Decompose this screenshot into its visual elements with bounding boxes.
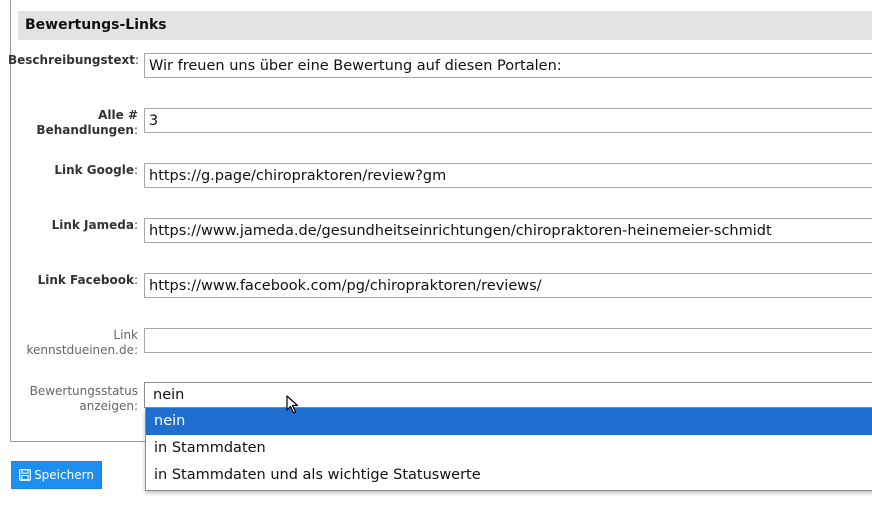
kennstdueinen-field[interactable] [144, 328, 872, 353]
save-button-label: Speichern [34, 468, 94, 482]
facebook-label: Link Facebook: [37, 273, 138, 287]
jameda-label-text: Link Jameda [51, 218, 134, 232]
beschreibung-label: Beschreibungstext: [8, 53, 140, 67]
section-header: Bewertungs-Links [18, 11, 872, 40]
status-dropdown-list: nein in Stammdaten in Stammdaten und als… [145, 408, 872, 491]
floppy-disk-icon [19, 469, 31, 481]
facebook-field[interactable]: https://www.facebook.com/pg/chiropraktor… [144, 273, 872, 298]
status-label: Bewertungsstatus anzeigen: [29, 384, 138, 413]
facebook-label-text: Link Facebook [37, 273, 134, 287]
section-title: Bewertungs-Links [25, 17, 167, 33]
dropdown-option-stammdaten-status[interactable]: in Stammdaten und als wichtige Statuswer… [146, 462, 872, 489]
behandlungen-label-line2: Behandlungen [36, 123, 134, 137]
status-select[interactable]: nein [144, 382, 872, 408]
beschreibung-field[interactable]: Wir freuen uns über eine Bewertung auf d… [144, 53, 872, 78]
beschreibung-label-text: Beschreibungstext [8, 53, 136, 67]
behandlungen-field[interactable]: 3 [144, 108, 872, 133]
mouse-cursor-icon [286, 395, 299, 414]
kennstdueinen-label: Link kennstdueinen.de: [26, 328, 138, 357]
google-label: Link Google: [54, 163, 138, 177]
dropdown-option-nein[interactable]: nein [146, 408, 872, 435]
jameda-field[interactable]: https://www.jameda.de/gesundheitseinrich… [144, 218, 872, 243]
google-field[interactable]: https://g.page/chiropraktoren/review?gm [144, 163, 872, 188]
save-button[interactable]: Speichern [11, 461, 102, 489]
dropdown-option-stammdaten[interactable]: in Stammdaten [146, 435, 872, 462]
google-label-text: Link Google [54, 163, 134, 177]
status-label-line2: anzeigen [79, 399, 134, 413]
kennstdueinen-label-line2: kennstdueinen.de [26, 343, 134, 357]
behandlungen-label: Alle # Behandlungen: [36, 108, 138, 137]
status-label-line1: Bewertungsstatus [29, 384, 138, 398]
kennstdueinen-label-line1: Link [113, 328, 138, 342]
jameda-label: Link Jameda: [51, 218, 138, 232]
behandlungen-label-line1: Alle # [98, 108, 138, 122]
